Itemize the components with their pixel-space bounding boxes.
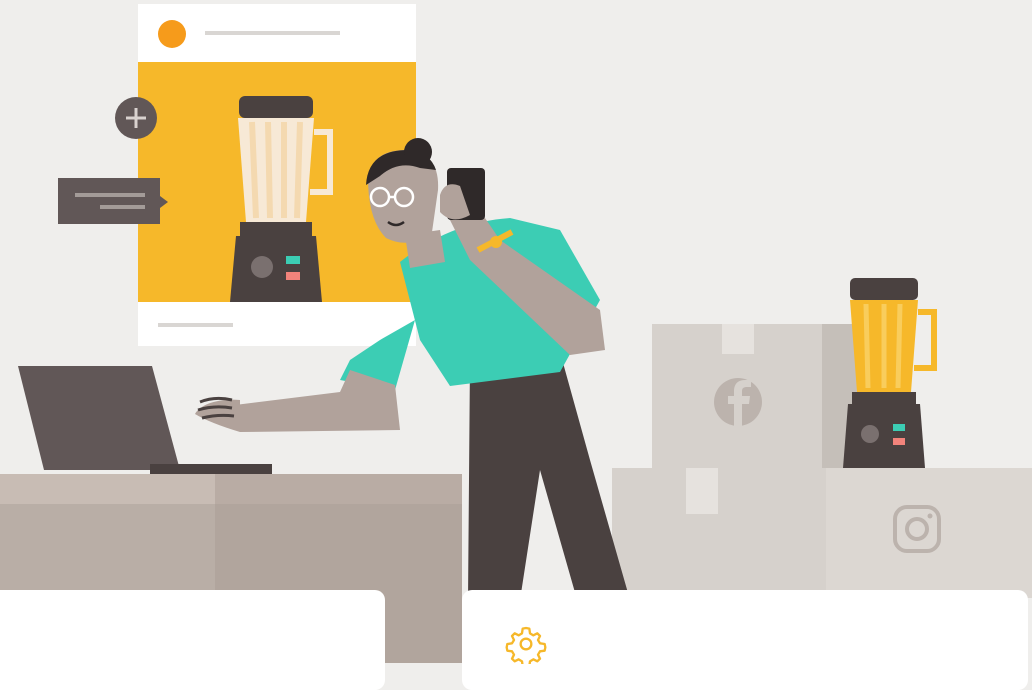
- gear-icon: [505, 626, 547, 664]
- post-avatar: [158, 20, 186, 48]
- comment-bubble-icon: [58, 178, 168, 224]
- facebook-icon: [714, 378, 762, 426]
- shipping-boxes: [612, 324, 1032, 598]
- blender-product: [843, 278, 937, 468]
- hero-illustration: [0, 4, 1032, 663]
- post-caption-line: [158, 323, 233, 327]
- post-title-line: [205, 31, 340, 35]
- left-card[interactable]: [0, 590, 385, 690]
- settings-card[interactable]: [462, 590, 1028, 690]
- plus-icon: [115, 97, 157, 139]
